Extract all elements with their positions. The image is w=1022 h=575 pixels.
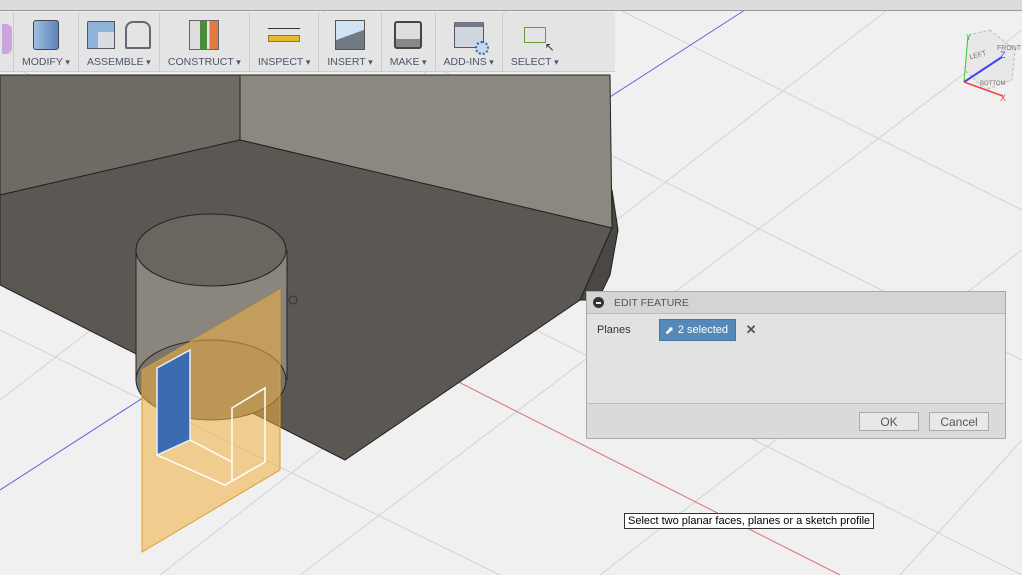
select-label: SELECT xyxy=(511,56,559,68)
toolbar: MODIFY ASSEMBLE CONSTRUCT INSPECT INSERT… xyxy=(0,12,615,72)
toolbar-assemble[interactable]: ASSEMBLE xyxy=(79,12,160,71)
selection-count: 2 selected xyxy=(677,324,729,336)
inspect-label: INSPECT xyxy=(258,56,311,68)
toolbar-partial-group[interactable] xyxy=(0,12,14,71)
toolbar-modify[interactable]: MODIFY xyxy=(14,12,79,71)
modify-label: MODIFY xyxy=(22,56,70,68)
edit-feature-dialog: EDIT FEATURE Planes ⬈ 2 selected ✕ OK Can… xyxy=(586,291,1006,439)
viewcube-bottom-face[interactable]: BOTTOM xyxy=(980,81,1006,87)
make-label: MAKE xyxy=(390,56,427,68)
create-icon xyxy=(1,24,12,54)
select-window-icon: ↖ xyxy=(523,27,555,54)
selection-tooltip: Select two planar faces, planes or a ske… xyxy=(624,513,875,529)
z-axis-label: Z xyxy=(1000,50,1006,60)
x-axis-label: X xyxy=(1000,93,1006,103)
insert-image-icon xyxy=(335,20,366,50)
toolbar-make[interactable]: MAKE xyxy=(382,12,436,71)
planes-row: Planes ⬈ 2 selected ✕ xyxy=(587,317,1005,343)
toolbar-construct[interactable]: CONSTRUCT xyxy=(160,12,250,71)
viewcube[interactable]: LEFT FRONT BOTTOM Y Z X xyxy=(963,29,1022,103)
toolbar-insert[interactable]: INSERT xyxy=(319,12,382,71)
ok-button[interactable]: OK xyxy=(859,412,919,431)
toolbar-inspect[interactable]: INSPECT xyxy=(250,12,320,71)
3d-print-icon xyxy=(394,21,423,49)
cursor-arrow-icon: ⬈ xyxy=(664,324,674,337)
dialog-title: EDIT FEATURE xyxy=(614,296,689,309)
3d-viewport[interactable]: LEFT FRONT BOTTOM Y Z X xyxy=(0,0,1022,575)
collapse-icon[interactable] xyxy=(593,297,604,308)
construct-label: CONSTRUCT xyxy=(168,56,241,68)
joint-icon xyxy=(124,21,151,49)
insert-label: INSERT xyxy=(327,56,372,68)
midplane-icon xyxy=(189,20,220,50)
planes-label: Planes xyxy=(597,324,631,336)
y-axis-label: Y xyxy=(966,33,972,42)
body-model[interactable] xyxy=(0,74,619,461)
toolbar-add-ins[interactable]: ADD-INS xyxy=(436,12,503,71)
title-strip xyxy=(0,0,1022,11)
new-component-icon xyxy=(86,21,115,49)
dialog-footer: OK Cancel xyxy=(587,403,1005,438)
dialog-header: EDIT FEATURE xyxy=(587,292,1005,314)
add-ins-label: ADD-INS xyxy=(444,56,494,68)
clear-selection-icon[interactable]: ✕ xyxy=(746,322,757,338)
scripts-icon xyxy=(453,22,489,55)
cancel-button[interactable]: Cancel xyxy=(929,412,989,431)
toolbar-select[interactable]: ↖ SELECT xyxy=(503,12,567,71)
planes-selection-button[interactable]: ⬈ 2 selected xyxy=(658,319,736,341)
press-pull-icon xyxy=(32,20,59,50)
assemble-label: ASSEMBLE xyxy=(87,56,151,68)
measure-icon xyxy=(268,28,301,42)
